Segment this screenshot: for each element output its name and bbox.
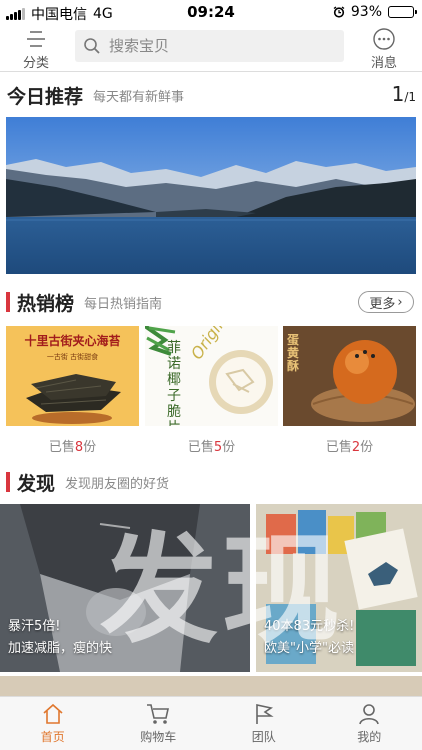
banner-image[interactable] bbox=[6, 117, 416, 274]
more-label: 更多 bbox=[369, 296, 396, 312]
product-card-seaweed[interactable]: 十里古街夹心海苔 一古街 古街甜食 已售8份 bbox=[6, 326, 139, 455]
discover-card-books[interactable]: 40本83元秒杀! 欧美"小学"必读 bbox=[256, 504, 422, 672]
product-card-pastry[interactable]: 蛋黄酥 已售2份 bbox=[283, 326, 416, 455]
page-indicator: 1/1 bbox=[392, 82, 416, 106]
tab-label: 团队 bbox=[251, 730, 276, 744]
chat-icon bbox=[373, 28, 395, 50]
sold-number: 5 bbox=[213, 440, 223, 455]
category-label: 分类 bbox=[22, 56, 49, 71]
tab-label: 首页 bbox=[40, 730, 65, 744]
message-button[interactable]: 消息 bbox=[356, 26, 412, 71]
tab-cart[interactable]: 购物车 bbox=[106, 697, 212, 750]
sold-prefix: 已售 bbox=[187, 440, 214, 455]
discover-header: 发现 发现朋友圈的好货 bbox=[0, 467, 422, 497]
card-line2: 加速减脂，瘦的快 bbox=[8, 641, 113, 656]
sold-count: 已售8份 bbox=[6, 436, 139, 455]
home-icon bbox=[43, 703, 63, 724]
section-bar bbox=[6, 472, 10, 492]
hot-title: 热销榜 bbox=[17, 292, 75, 315]
tab-label: 我的 bbox=[357, 730, 382, 744]
seaweed-illustration bbox=[26, 374, 121, 424]
today-subtitle: 每天都有新鲜事 bbox=[93, 89, 185, 105]
card-line1: 40本83元秒杀! bbox=[264, 619, 355, 634]
product-image-text: 蛋黄酥 bbox=[287, 333, 300, 373]
next-card-strip bbox=[0, 676, 422, 696]
search-box[interactable] bbox=[75, 30, 344, 62]
battery-icon bbox=[388, 6, 417, 18]
user-icon bbox=[359, 704, 380, 725]
alarm-icon bbox=[333, 6, 345, 18]
page-total: /1 bbox=[404, 90, 416, 104]
product-image-text: 菲诺椰子脆片 bbox=[167, 340, 181, 426]
more-button[interactable]: 更多 › bbox=[358, 291, 414, 313]
tab-home[interactable]: 首页 bbox=[0, 697, 106, 750]
card-line2: 欧美"小学"必读 bbox=[264, 641, 354, 656]
today-title: 今日推荐 bbox=[7, 85, 84, 108]
search-icon bbox=[84, 38, 100, 54]
discover-title: 发现 bbox=[17, 472, 56, 495]
sold-count: 已售5份 bbox=[145, 436, 278, 455]
cart-icon bbox=[147, 704, 170, 724]
discover-subtitle: 发现朋友圈的好货 bbox=[65, 476, 170, 492]
tab-mine[interactable]: 我的 bbox=[317, 697, 422, 750]
tab-label: 购物车 bbox=[140, 730, 177, 744]
sold-number: 2 bbox=[351, 440, 361, 455]
category-button[interactable]: 分类 bbox=[8, 26, 64, 71]
sold-unit: 份 bbox=[222, 440, 236, 455]
search-input[interactable] bbox=[109, 37, 309, 55]
mountain-lake-image bbox=[6, 117, 416, 274]
message-label: 消息 bbox=[370, 56, 397, 71]
card-line1: 暴汗5倍! bbox=[8, 619, 61, 634]
today-header: 今日推荐 每天都有新鲜事 1/1 bbox=[0, 80, 422, 110]
product-image: 蛋黄酥 bbox=[283, 326, 416, 426]
product-image: 菲诺椰子脆片 Original bbox=[145, 326, 278, 426]
flag-icon bbox=[255, 704, 274, 724]
sold-prefix: 已售 bbox=[48, 440, 75, 455]
section-bar bbox=[6, 292, 10, 312]
page-current: 1 bbox=[391, 82, 405, 106]
discover-card-fitness[interactable]: 暴汗5倍! 加速减脂，瘦的快 bbox=[0, 504, 250, 672]
tab-bar: 首页 购物车 团队 我的 bbox=[0, 696, 422, 750]
list-icon bbox=[27, 31, 45, 47]
sold-unit: 份 bbox=[83, 440, 97, 455]
tab-team[interactable]: 团队 bbox=[211, 697, 317, 750]
product-image: 十里古街夹心海苔 一古街 古街甜食 bbox=[6, 326, 139, 426]
sold-count: 已售2份 bbox=[283, 436, 416, 455]
status-bar: 中国电信 4G 09:24 93% bbox=[0, 0, 422, 24]
chevron-right-icon: › bbox=[397, 294, 403, 310]
hot-header: 热销榜 每日热销指南 更多 › bbox=[0, 287, 422, 317]
sold-unit: 份 bbox=[360, 440, 374, 455]
sold-number: 8 bbox=[74, 440, 84, 455]
pastry-illustration bbox=[311, 340, 415, 422]
battery-percent: 93% bbox=[350, 4, 382, 20]
top-bar: 分类 消息 bbox=[0, 24, 422, 72]
hot-subtitle: 每日热销指南 bbox=[84, 296, 163, 312]
product-card-coconut[interactable]: 菲诺椰子脆片 Original 已售5份 bbox=[145, 326, 278, 455]
sold-prefix: 已售 bbox=[325, 440, 352, 455]
